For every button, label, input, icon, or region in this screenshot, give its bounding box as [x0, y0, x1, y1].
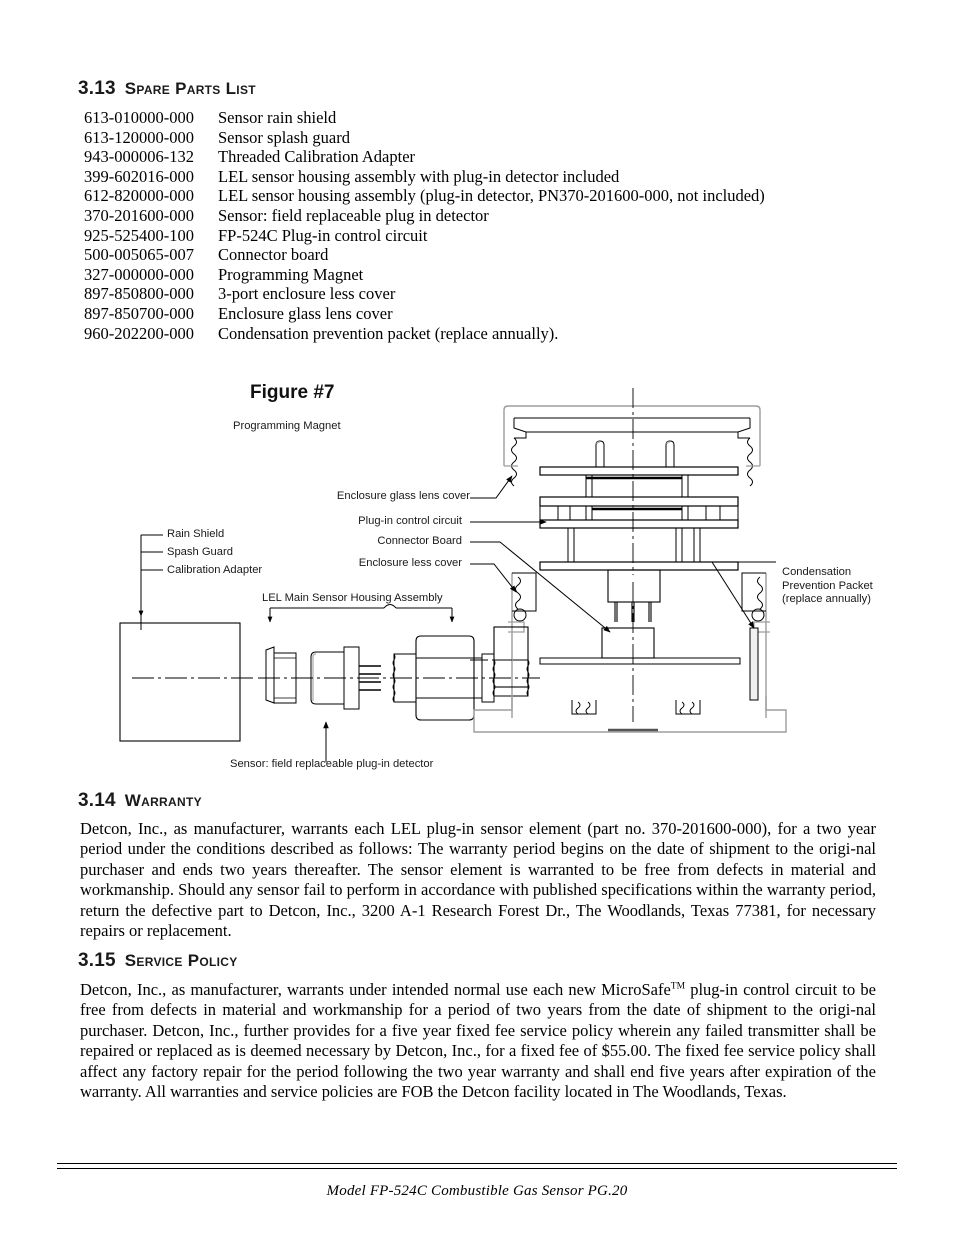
parts-list-row: 960-202200-000 Condensation prevention p… — [84, 324, 884, 344]
part-description: Sensor splash guard — [218, 127, 350, 147]
part-description: Connector board — [218, 245, 329, 265]
part-number: 613-120000-000 — [84, 127, 194, 147]
part-description: Sensor rain shield — [218, 108, 337, 127]
section-number: 3.13 — [78, 78, 116, 99]
section-heading-warranty: 3.14 Warranty — [78, 790, 202, 812]
manual-page: 3.13 Spare Parts List 613-010000-000 Sens… — [0, 0, 954, 1235]
label-sensor-field-replaceable-detector: Sensor: field replaceable plug-in detect… — [230, 758, 434, 770]
parts-list-row: 925-525400-100 FP-524C Plug-in control c… — [84, 226, 884, 246]
part-number: 612-820000-000 — [84, 186, 194, 206]
condensation-line-3: (replace annually) — [782, 593, 871, 605]
part-number: 960-202200-000 — [84, 323, 194, 343]
parts-list-row: 613-010000-000 Sensor rain shield — [84, 108, 884, 128]
part-description: LEL sensor housing assembly with plug-in… — [218, 166, 620, 186]
label-calibration-adapter: Calibration Adapter — [167, 564, 263, 576]
part-number: 897-850700-000 — [84, 303, 194, 323]
label-plug-in-control-circuit: Plug-in control circuit — [358, 515, 462, 527]
parts-list-row: 943-000006-132 Threaded Calibration Adap… — [84, 147, 884, 167]
sensor-exploded-parts — [132, 635, 540, 721]
part-description: 3-port enclosure less cover — [218, 284, 396, 304]
condensation-line-1: Condensation — [782, 566, 852, 578]
parts-list-row: 613-120000-000 Sensor splash guard — [84, 128, 884, 148]
part-description: Sensor: field replaceable plug in detect… — [218, 205, 489, 225]
part-description: LEL sensor housing assembly (plug-in det… — [218, 186, 765, 206]
spare-parts-list: 613-010000-000 Sensor rain shield 613-12… — [84, 108, 884, 343]
pcb-stack-drawing — [539, 440, 739, 622]
part-number: 897-850800-000 — [84, 284, 194, 304]
warranty-paragraph: Detcon, Inc., as manufacturer, warrants … — [80, 819, 876, 941]
label-lel-main-sensor-housing-assembly: LEL Main Sensor Housing Assembly — [262, 592, 443, 604]
section-heading-service-policy: 3.15 Service Policy — [78, 950, 238, 972]
condensation-line-2: Prevention Packet — [782, 579, 873, 592]
left-callout-bracket — [138, 534, 163, 630]
lel-housing-bracket — [267, 604, 455, 623]
parts-list-row: 897-850800-000 3-port enclosure less cov… — [84, 284, 884, 304]
part-number: 500-005065-007 — [84, 245, 194, 265]
section-number: 3.14 — [78, 790, 116, 811]
label-rain-shield: Rain Shield — [167, 528, 225, 540]
service-text-part-1: Detcon, Inc., as manufacturer, warrants … — [80, 980, 671, 999]
enclosure-less-cover-drawing — [470, 388, 787, 733]
part-number: 613-010000-000 — [84, 108, 194, 127]
parts-list-row: 399-602016-000 LEL sensor housing assemb… — [84, 167, 884, 187]
footer-rule-lower — [57, 1168, 897, 1169]
enclosure-glass-lens-cover-drawing — [503, 405, 761, 487]
part-description: FP-524C Plug-in control circuit — [218, 225, 428, 245]
footer-rule-upper — [57, 1163, 897, 1164]
label-enclosure-glass-lens-cover: Enclosure glass lens cover — [336, 490, 470, 502]
section-title: Warranty — [124, 791, 202, 810]
label-condensation-prevention-packet: Condensation Prevention Packet (replace … — [782, 566, 873, 607]
section-title: Service Policy — [124, 951, 238, 970]
label-connector-board: Connector Board — [377, 535, 462, 547]
label-spash-guard: Spash Guard — [167, 546, 233, 558]
part-number: 943-000006-132 — [84, 147, 194, 167]
part-number: 399-602016-000 — [84, 166, 194, 186]
label-enclosure-less-cover: Enclosure less cover — [358, 557, 462, 569]
part-description: Condensation prevention packet (replace … — [218, 323, 559, 343]
part-number: 370-201600-000 — [84, 205, 194, 225]
section-heading-spare-parts: 3.13 Spare Parts List — [78, 78, 256, 100]
service-policy-paragraph: Detcon, Inc., as manufacturer, warrants … — [80, 980, 876, 1102]
part-description: Threaded Calibration Adapter — [218, 147, 416, 167]
figure-7: Figure #7 Programming Magnet Enclosure g… — [0, 370, 954, 780]
parts-list-row: 897-850700-000 Enclosure glass lens cove… — [84, 304, 884, 324]
footer-text: Model FP-524C Combustible Gas Sensor PG.… — [326, 1183, 628, 1199]
part-number: 925-525400-100 — [84, 225, 194, 245]
section-number: 3.15 — [78, 950, 116, 971]
part-description: Programming Magnet — [218, 264, 364, 284]
parts-list-row: 370-201600-000 Sensor: field replaceable… — [84, 206, 884, 226]
part-description: Enclosure glass lens cover — [218, 303, 393, 323]
trademark-symbol: TM — [670, 981, 686, 992]
parts-list-row: 327-000000-000 Programming Magnet — [84, 265, 884, 285]
parts-list-row: 612-820000-000 LEL sensor housing assemb… — [84, 186, 884, 206]
label-programming-magnet: Programming Magnet — [233, 420, 341, 432]
part-number: 327-000000-000 — [84, 264, 194, 284]
section-title: Spare Parts List — [124, 79, 256, 98]
parts-list-row: 500-005065-007 Connector board — [84, 245, 884, 265]
